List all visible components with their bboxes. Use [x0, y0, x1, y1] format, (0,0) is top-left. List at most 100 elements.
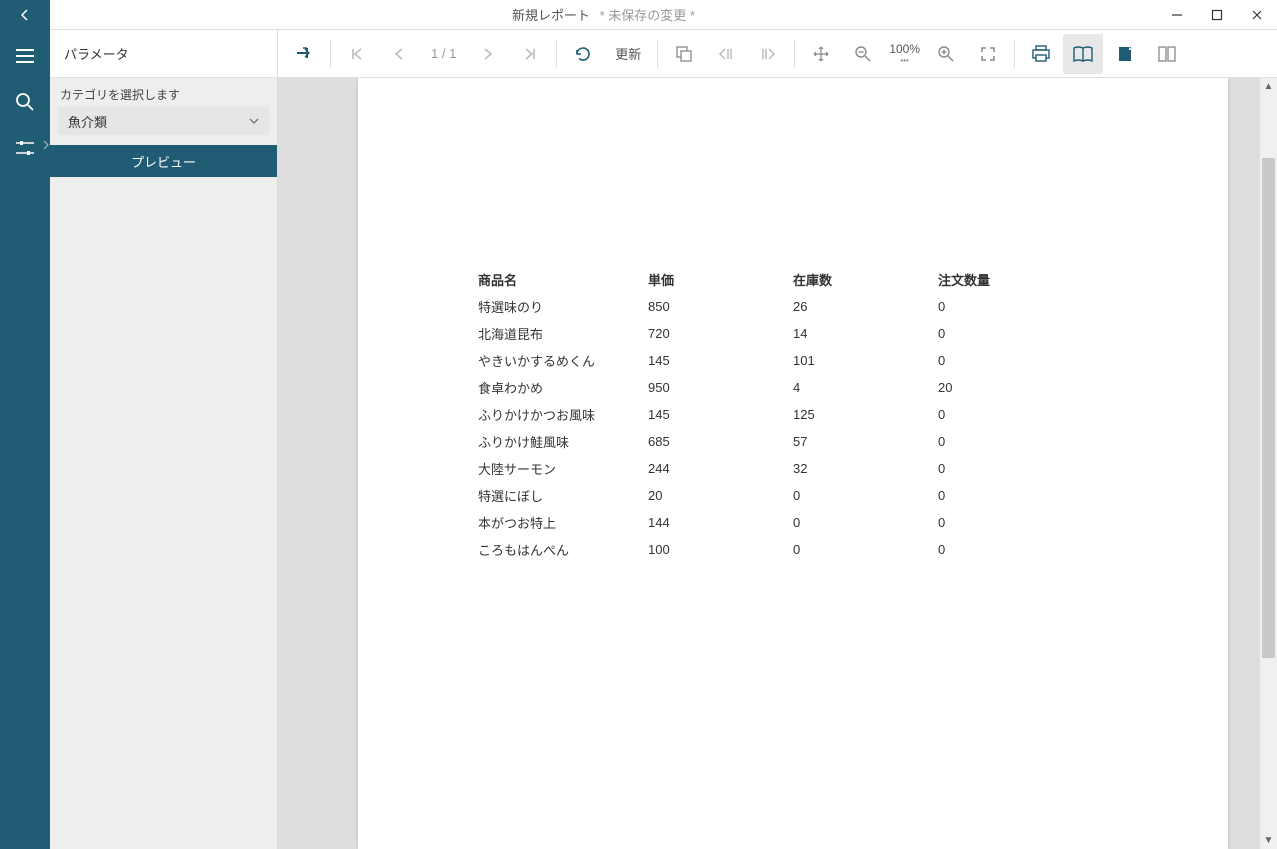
- report-table: 商品名 単価 在庫数 注文数量 特選味のり850260北海道昆布720140やき…: [478, 266, 1018, 563]
- search-icon[interactable]: [13, 90, 37, 114]
- cell-stock: 0: [793, 482, 938, 509]
- cell-name: ころもはんぺん: [478, 536, 648, 563]
- table-row: 特選味のり850260: [478, 293, 1018, 320]
- fullscreen-button[interactable]: [968, 34, 1008, 74]
- cell-name: やきいかするめくん: [478, 347, 648, 374]
- table-row: 北海道昆布720140: [478, 320, 1018, 347]
- header-price: 単価: [648, 266, 793, 293]
- first-page-button[interactable]: [337, 34, 377, 74]
- cell-stock: 0: [793, 509, 938, 536]
- cell-stock: 57: [793, 428, 938, 455]
- report-page: 商品名 単価 在庫数 注文数量 特選味のり850260北海道昆布720140やき…: [358, 78, 1228, 849]
- cell-order: 0: [938, 536, 1018, 563]
- cell-price: 144: [648, 509, 793, 536]
- cell-order: 20: [938, 374, 1018, 401]
- refresh-label[interactable]: 更新: [605, 44, 651, 63]
- report-viewport[interactable]: 商品名 単価 在庫数 注文数量 特選味のり850260北海道昆布720140やき…: [278, 78, 1277, 849]
- chevron-down-icon: [249, 118, 259, 124]
- parameter-panel: パラメータ カテゴリを選択します 魚介類 プレビュー: [50, 30, 278, 849]
- cell-name: 大陸サーモン: [478, 455, 648, 482]
- header-name: 商品名: [478, 266, 648, 293]
- title-text: 新規レポート: [512, 8, 590, 23]
- settings-sliders-icon[interactable]: [13, 136, 37, 160]
- cell-price: 145: [648, 401, 793, 428]
- content-area: 1 / 1 更新: [278, 30, 1277, 849]
- forward-history-button[interactable]: [748, 34, 788, 74]
- cell-stock: 26: [793, 293, 938, 320]
- scroll-thumb[interactable]: [1262, 158, 1275, 658]
- preview-button[interactable]: プレビュー: [50, 145, 277, 177]
- cell-price: 950: [648, 374, 793, 401]
- last-page-button[interactable]: [510, 34, 550, 74]
- header-order: 注文数量: [938, 266, 1018, 293]
- cell-stock: 14: [793, 320, 938, 347]
- cell-order: 0: [938, 509, 1018, 536]
- cell-stock: 125: [793, 401, 938, 428]
- cell-name: 特選にぼし: [478, 482, 648, 509]
- titlebar: 新規レポート * 未保存の変更 *: [0, 0, 1277, 30]
- table-header-row: 商品名 単価 在庫数 注文数量: [478, 266, 1018, 293]
- table-row: 特選にぼし2000: [478, 482, 1018, 509]
- cell-name: ふりかけかつお風味: [478, 401, 648, 428]
- cell-stock: 0: [793, 536, 938, 563]
- cell-stock: 101: [793, 347, 938, 374]
- left-sidebar: [0, 30, 50, 849]
- cell-name: 本がつお特上: [478, 509, 648, 536]
- header-stock: 在庫数: [793, 266, 938, 293]
- cell-price: 244: [648, 455, 793, 482]
- category-select[interactable]: 魚介類: [58, 107, 269, 135]
- table-row: 大陸サーモン244320: [478, 455, 1018, 482]
- print-button[interactable]: [1021, 34, 1061, 74]
- next-page-button[interactable]: [468, 34, 508, 74]
- vertical-scrollbar[interactable]: ▲ ▼: [1260, 78, 1277, 849]
- cell-order: 0: [938, 428, 1018, 455]
- unsaved-indicator: * 未保存の変更 *: [600, 8, 695, 23]
- scroll-down-arrow[interactable]: ▼: [1260, 832, 1277, 849]
- book-view-button[interactable]: [1063, 34, 1103, 74]
- zoom-in-button[interactable]: [926, 34, 966, 74]
- cell-order: 0: [938, 455, 1018, 482]
- table-row: やきいかするめくん1451010: [478, 347, 1018, 374]
- minimize-button[interactable]: [1157, 0, 1197, 30]
- category-label: カテゴリを選択します: [50, 78, 277, 107]
- table-row: 本がつお特上14400: [478, 509, 1018, 536]
- maximize-button[interactable]: [1197, 0, 1237, 30]
- cell-price: 850: [648, 293, 793, 320]
- cell-order: 0: [938, 482, 1018, 509]
- continuous-page-button[interactable]: [1147, 34, 1187, 74]
- parameter-panel-header: パラメータ: [50, 30, 277, 78]
- table-row: ふりかけかつお風味1451250: [478, 401, 1018, 428]
- zoom-level[interactable]: 100% •••: [885, 42, 924, 65]
- single-page-button[interactable]: [1105, 34, 1145, 74]
- gallery-button[interactable]: [664, 34, 704, 74]
- window-controls: [1157, 0, 1277, 30]
- zoom-out-button[interactable]: [843, 34, 883, 74]
- refresh-icon[interactable]: [563, 34, 603, 74]
- category-value: 魚介類: [68, 112, 107, 131]
- pin-button[interactable]: [284, 34, 324, 74]
- cell-name: 特選味のり: [478, 293, 648, 320]
- scroll-up-arrow[interactable]: ▲: [1260, 78, 1277, 95]
- cell-name: ふりかけ鮭風味: [478, 428, 648, 455]
- close-button[interactable]: [1237, 0, 1277, 30]
- page-indicator: 1 / 1: [421, 46, 466, 61]
- cell-price: 20: [648, 482, 793, 509]
- hamburger-icon[interactable]: [13, 44, 37, 68]
- table-row: ころもはんぺん10000: [478, 536, 1018, 563]
- toolbar: 1 / 1 更新: [278, 30, 1277, 78]
- cell-price: 100: [648, 536, 793, 563]
- cell-order: 0: [938, 293, 1018, 320]
- cell-order: 0: [938, 401, 1018, 428]
- cell-price: 145: [648, 347, 793, 374]
- back-history-button[interactable]: [706, 34, 746, 74]
- cell-stock: 4: [793, 374, 938, 401]
- cell-price: 685: [648, 428, 793, 455]
- window-title: 新規レポート * 未保存の変更 *: [50, 5, 1157, 24]
- table-row: ふりかけ鮭風味685570: [478, 428, 1018, 455]
- cell-name: 食卓わかめ: [478, 374, 648, 401]
- table-row: 食卓わかめ950420: [478, 374, 1018, 401]
- cell-order: 0: [938, 347, 1018, 374]
- prev-page-button[interactable]: [379, 34, 419, 74]
- pan-button[interactable]: [801, 34, 841, 74]
- back-button[interactable]: [0, 0, 50, 30]
